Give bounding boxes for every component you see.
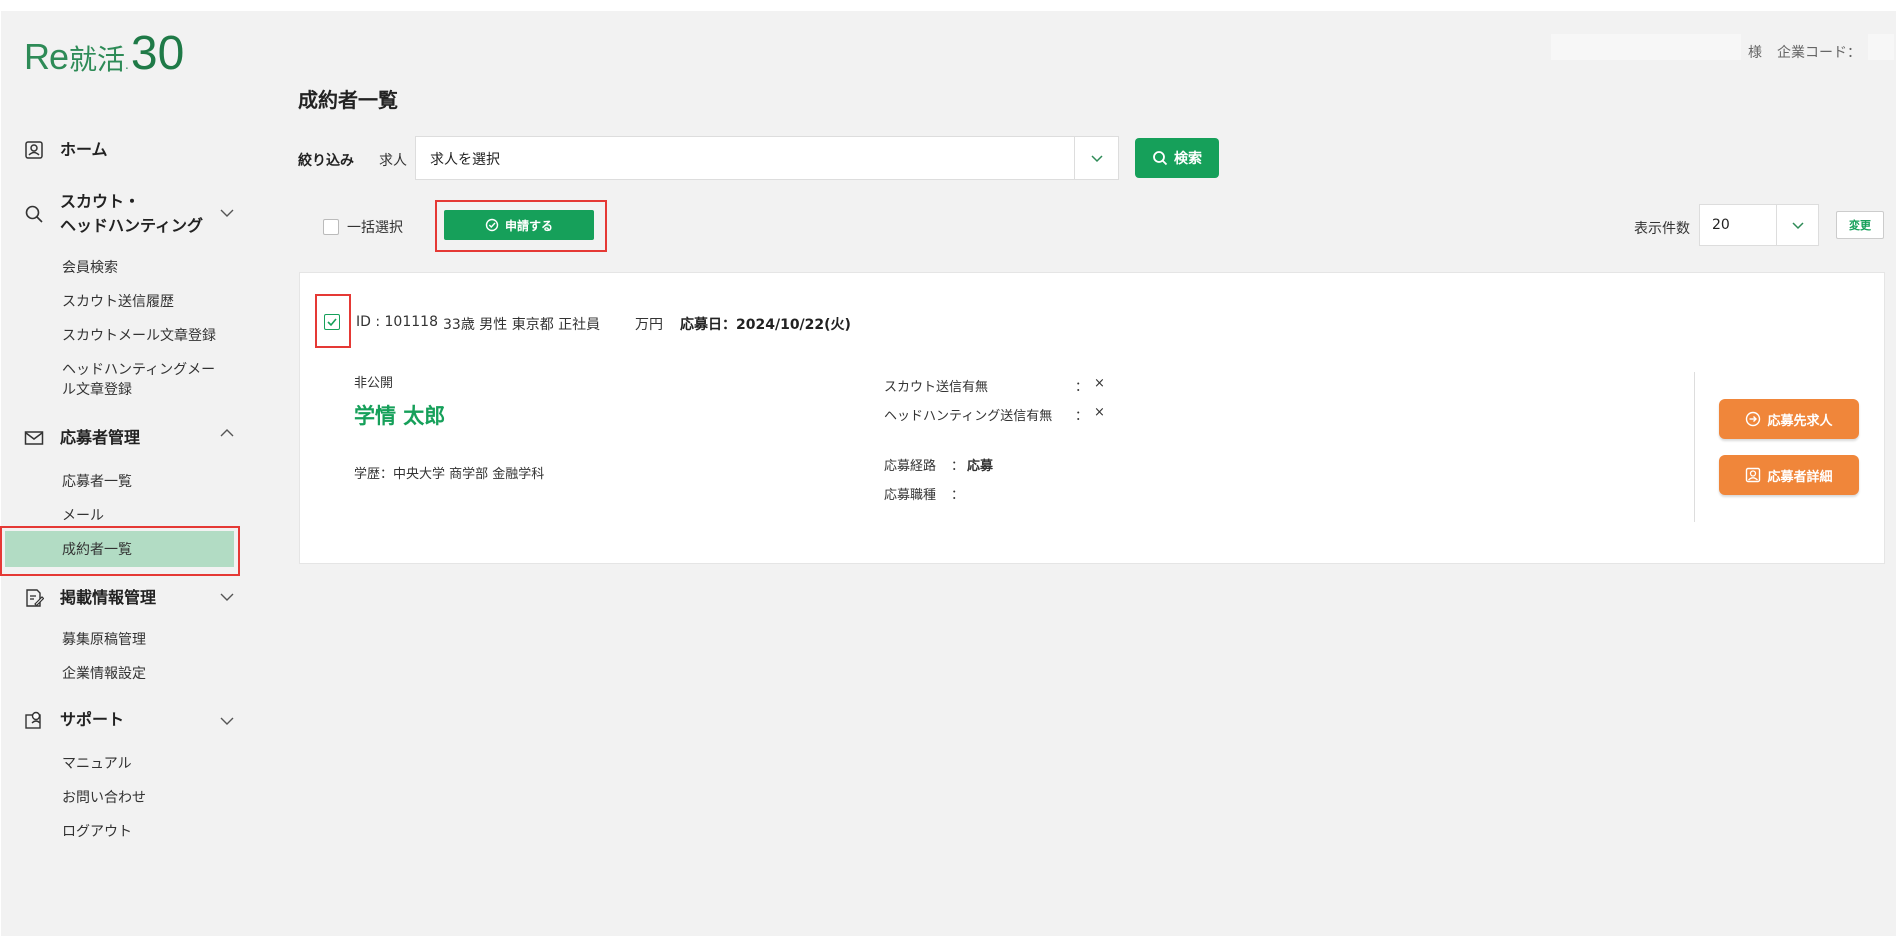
- mail-icon: [22, 426, 46, 450]
- sidebar-item-applicants[interactable]: 応募者管理: [22, 426, 140, 450]
- logo-re: Re: [24, 36, 69, 77]
- view-job-button-label: 応募先求人: [1767, 413, 1833, 429]
- search-icon: [22, 202, 46, 226]
- chevron-down-icon[interactable]: [218, 712, 236, 730]
- applicant-detail-button-label: 応募者詳細: [1767, 469, 1833, 485]
- candidate-education: 学歴：中央大学 商学部 金融学科: [354, 467, 545, 482]
- bulk-select[interactable]: 一括選択: [323, 217, 403, 237]
- route-label: 応募経路: [884, 459, 937, 474]
- job-select[interactable]: 求人を選択: [415, 136, 1119, 180]
- search-icon: [1153, 151, 1168, 166]
- job-type-label: 応募職種: [884, 488, 937, 503]
- company-code-label: 企業コード：: [1777, 45, 1861, 61]
- headhunt-sent-colon: ：: [1075, 409, 1089, 424]
- chevron-down-icon[interactable]: [1776, 205, 1818, 245]
- home-icon: [22, 138, 46, 162]
- sidebar-item-label: 応募者管理: [60, 428, 141, 447]
- logo-dot: .: [125, 58, 129, 72]
- sidebar-item-label: スカウト・ ヘッドハンティング: [60, 190, 203, 238]
- sidebar-item-mail[interactable]: メール: [62, 506, 104, 526]
- sidebar-item-manual[interactable]: マニュアル: [62, 754, 132, 774]
- logo[interactable]: Re 就活 . 30: [24, 30, 184, 78]
- sidebar-item-label: 掲載情報管理: [60, 588, 157, 607]
- card-divider: [1694, 372, 1695, 522]
- logo-kanji: 就活: [69, 43, 126, 76]
- sidebar-item-support[interactable]: サポート: [22, 708, 124, 732]
- sidebar-item-home[interactable]: ホーム: [22, 138, 108, 162]
- scout-sent-label: スカウト送信有無: [884, 380, 989, 395]
- sidebar-item-label: ホーム: [60, 140, 108, 159]
- scout-sent-colon: ：: [1075, 380, 1089, 395]
- bulk-select-label: 一括選択: [347, 220, 403, 236]
- sidebar-item-headhunt-mail-template[interactable]: ヘッドハンティングメー ル文章登録: [62, 360, 215, 400]
- chevron-down-icon[interactable]: [218, 588, 236, 606]
- sidebar-item-label: ル文章登録: [62, 382, 132, 398]
- chevron-down-icon[interactable]: [218, 204, 236, 222]
- display-count-value: 20: [1712, 217, 1730, 233]
- company-code-box: [1868, 34, 1894, 60]
- filter-job-label: 求人: [379, 153, 407, 169]
- candidate-salary: 万円: [635, 317, 663, 333]
- sidebar-item-applicant-list[interactable]: 応募者一覧: [62, 472, 132, 492]
- search-button-label: 検索: [1174, 151, 1202, 167]
- user-card-icon: [1746, 467, 1761, 483]
- applicant-detail-button[interactable]: 応募者詳細: [1719, 455, 1859, 495]
- view-job-button[interactable]: 応募先求人: [1719, 399, 1859, 439]
- display-count-label: 表示件数: [1634, 221, 1690, 237]
- sidebar-item-listing[interactable]: 掲載情報管理: [22, 586, 156, 610]
- sidebar-item-scout-history[interactable]: スカウト送信履歴: [62, 292, 174, 312]
- bulk-select-checkbox[interactable]: [323, 219, 339, 235]
- headhunt-sent-value: ×: [1094, 405, 1105, 420]
- candidate-profile: 33歳 男性 東京都 正社員: [443, 317, 601, 333]
- sidebar-item-company-settings[interactable]: 企業情報設定: [62, 664, 146, 684]
- sidebar-item-member-search[interactable]: 会員検索: [62, 258, 118, 278]
- candidate-name[interactable]: 学情 太郎: [354, 400, 445, 430]
- chevron-up-icon[interactable]: [218, 424, 236, 442]
- route-value: 応募: [967, 459, 994, 474]
- sidebar-item-label: サポート: [60, 710, 125, 729]
- search-button[interactable]: 検索: [1135, 138, 1219, 178]
- sidebar-item-scout[interactable]: スカウト・ ヘッドハンティング: [22, 190, 203, 238]
- route-colon: ：: [951, 459, 965, 474]
- honorific-text: 様: [1748, 45, 1762, 61]
- apply-date: 応募日：2024/10/22(火): [680, 317, 851, 333]
- candidate-id: ID : 101118: [356, 314, 438, 330]
- sidebar-item-job-posting[interactable]: 募集原稿管理: [62, 630, 146, 650]
- arrow-right-circle-icon: [1746, 411, 1761, 427]
- display-count-select[interactable]: 20: [1699, 204, 1819, 246]
- edit-document-icon: [22, 586, 46, 610]
- chevron-down-icon[interactable]: [1074, 137, 1118, 179]
- job-select-value: 求人を選択: [430, 152, 500, 168]
- company-name-box: [1551, 34, 1741, 60]
- sidebar-item-label: ヘッドハンティングメー: [62, 362, 216, 378]
- highlight-box-apply: [435, 200, 607, 252]
- filter-label: 絞り込み: [298, 153, 354, 169]
- scout-sent-value: ×: [1094, 376, 1105, 391]
- visibility-status: 非公開: [354, 376, 394, 391]
- scout-label-line2: ヘッドハンティング: [60, 216, 204, 235]
- logo-number: 30: [130, 27, 185, 80]
- sidebar-item-scout-mail-template[interactable]: スカウトメール文章登録: [62, 326, 216, 346]
- scout-label-line1: スカウト・: [60, 192, 141, 211]
- support-icon: [22, 708, 46, 732]
- highlight-box-checkbox: [315, 294, 351, 348]
- job-type-colon: ：: [951, 488, 965, 503]
- headhunt-sent-label: ヘッドハンティング送信有無: [884, 409, 1053, 424]
- page-title: 成約者一覧: [298, 88, 398, 112]
- sidebar-item-contact[interactable]: お問い合わせ: [62, 788, 146, 808]
- highlight-box-sidebar: [0, 526, 240, 576]
- change-button[interactable]: 変更: [1836, 211, 1884, 239]
- sidebar-item-logout[interactable]: ログアウト: [62, 822, 132, 842]
